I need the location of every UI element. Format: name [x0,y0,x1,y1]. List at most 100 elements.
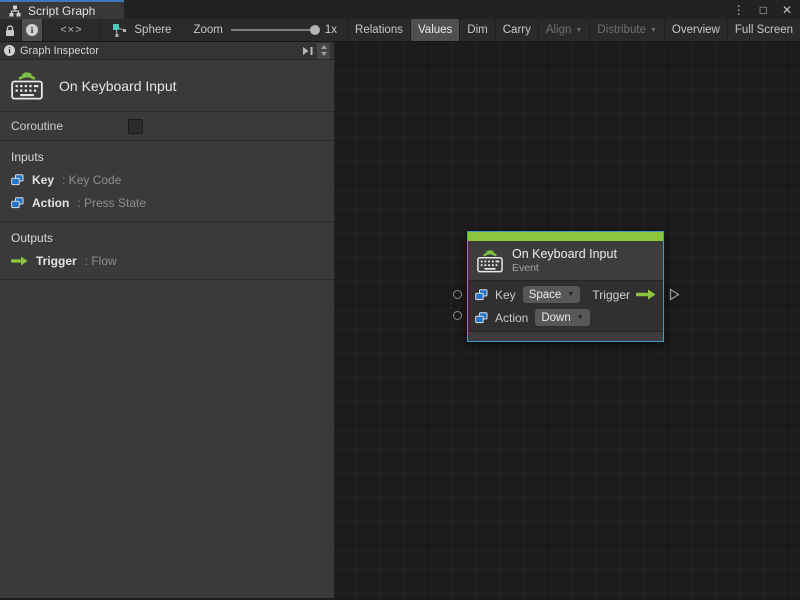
outputs-section: Outputs Trigger : Flow [0,222,334,280]
coroutine-label: Coroutine [11,119,64,133]
key-port-label: Key [495,287,516,302]
maximize-icon[interactable]: □ [760,3,767,17]
trigger-flow-port[interactable] [669,288,680,301]
zoom-value: 1x [324,24,338,36]
keyboard-event-icon [11,72,43,100]
trigger-label: Trigger [592,287,630,302]
chevron-down-icon: ▼ [649,26,657,34]
distribute-dropdown-button[interactable]: Distribute ▼ [589,19,664,41]
zoom-label: Zoom [193,24,223,36]
graph-context-icon [113,23,127,37]
values-label: Values [417,24,453,36]
node-header[interactable]: On Keyboard Input Event [468,241,663,281]
output-port-row: Trigger : Flow [11,254,323,268]
tab-script-graph[interactable]: Script Graph [0,0,124,19]
carry-button[interactable]: Carry [494,19,538,41]
graph-canvas[interactable]: On Keyboard Input Event Key Space ▼ Trig… [335,42,800,600]
node-row-action: Action Down ▼ [475,307,656,328]
chevron-down-icon: ▼ [576,314,584,321]
zoom-slider[interactable] [230,25,320,35]
action-value-dropdown[interactable]: Down ▼ [535,309,590,326]
value-port-icon [475,288,488,300]
window-titlebar: Script Graph ⋮ □ ✕ [0,0,800,19]
lock-icon [6,24,15,36]
inspector-header-controls [302,42,330,59]
window-menu-icon[interactable]: ⋮ [733,3,745,17]
node-footer [468,331,663,341]
graph-context-label: Sphere [134,24,172,36]
input-port-row: Action : Press State [11,196,323,210]
dim-button[interactable]: Dim [459,19,494,41]
node-subtitle: Event [512,262,539,274]
edit-source-button[interactable]: <×> [43,19,101,41]
scrub-stepper[interactable] [317,42,330,59]
node-event-colorbar [468,232,663,241]
value-port-icon [11,197,24,209]
output-name: Trigger [36,254,77,268]
flow-arrow-icon [11,256,28,266]
outputs-header: Outputs [11,231,54,245]
chevron-down-icon: ▼ [575,26,583,34]
input-type: : Press State [77,196,147,210]
carry-label: Carry [502,24,531,36]
unit-title: On Keyboard Input [59,77,177,94]
zoom-control: Zoom 1x [183,19,347,41]
coroutine-checkbox[interactable] [128,119,143,134]
info-icon: i [26,24,39,36]
info-icon: i [4,45,15,56]
full-screen-label: Full Screen [734,24,794,36]
inputs-header: Inputs [11,150,44,164]
node-titles: On Keyboard Input Event [512,247,617,274]
unit-summary: On Keyboard Input [0,60,334,112]
keyboard-event-icon [477,249,503,272]
dim-label: Dim [467,24,488,36]
flow-arrow-icon [636,289,656,300]
value-port-icon [475,311,488,323]
dock-panel-icon[interactable] [302,46,314,56]
chevron-down-icon [320,52,327,56]
close-icon[interactable]: ✕ [782,3,792,17]
full-screen-button[interactable]: Full Screen [726,19,800,41]
chevron-up-icon [320,45,327,49]
input-type: : Key Code [62,173,122,187]
output-type: : Flow [84,254,117,268]
inputs-section: Inputs Key : Key Code Action : Press Sta… [0,141,334,222]
window-controls: ⋮ □ ✕ [733,0,792,19]
coroutine-row: Coroutine [0,112,334,141]
code-icon: <×> [60,24,83,36]
relations-label: Relations [355,24,403,36]
key-input-port[interactable] [453,290,462,299]
overview-button[interactable]: Overview [663,19,727,41]
graph-inspector-header: i Graph Inspector [0,42,334,60]
input-name: Action [32,196,70,210]
graph-inspector-panel: i Graph Inspector On Keyboard Input Coro… [0,42,335,598]
key-value-dropdown[interactable]: Space ▼ [522,286,581,303]
on-keyboard-input-node[interactable]: On Keyboard Input Event Key Space ▼ Trig… [453,231,680,342]
action-value: Down [541,311,571,324]
distribute-label: Distribute [597,24,646,36]
inspector-toggle-button[interactable]: i [21,19,44,41]
value-port-icon [11,174,24,186]
overview-label: Overview [671,24,720,36]
zoom-slider-handle[interactable] [309,25,320,35]
action-input-port[interactable] [453,311,462,320]
values-button[interactable]: Values [409,19,460,41]
lock-button[interactable] [0,19,22,41]
relations-button[interactable]: Relations [347,19,410,41]
node-row-key: Key Space ▼ Trigger [475,284,656,305]
input-port-row: Key : Key Code [11,173,323,187]
trigger-output[interactable]: Trigger [592,288,656,302]
graph-toolbar: i <×> Sphere Zoom 1x Relations Values Di… [0,19,800,42]
node-title: On Keyboard Input [512,247,617,261]
action-port-label: Action [495,310,529,325]
toolbar-buttons: Relations Values Dim Carry Align ▼ Distr… [347,19,800,41]
align-label: Align [545,24,572,36]
graph-context-breadcrumb[interactable]: Sphere [100,19,183,41]
graph-hierarchy-icon [9,5,21,16]
key-value: Space [528,288,562,301]
input-name: Key [32,173,55,187]
graph-inspector-title: Graph Inspector [20,44,99,57]
node-body: Key Space ▼ Trigger Action Down ▼ [468,281,663,331]
align-dropdown-button[interactable]: Align ▼ [537,19,590,41]
tab-label: Script Graph [28,3,96,18]
